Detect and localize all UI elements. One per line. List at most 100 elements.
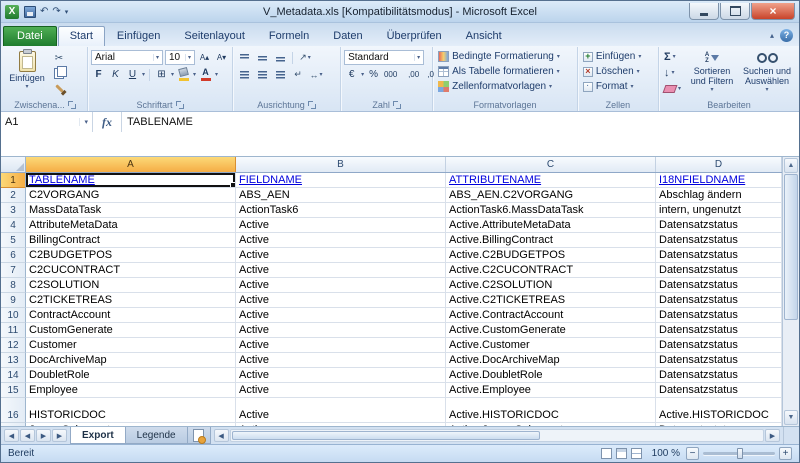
vertical-scroll-track[interactable] — [784, 174, 798, 409]
underline-button[interactable]: U — [125, 68, 140, 82]
number-format-select[interactable]: Standard▾ — [344, 50, 424, 65]
align-bottom-button[interactable] — [272, 51, 288, 65]
dialog-launcher-icon[interactable] — [393, 101, 401, 109]
ribbon-tab-datei[interactable]: Datei — [3, 26, 57, 46]
cell-A4[interactable]: AttributeMetaData — [26, 218, 236, 233]
currency-button[interactable]: € — [344, 68, 359, 82]
scroll-left-icon[interactable]: ◀ — [214, 429, 229, 442]
prev-sheet-icon[interactable]: ◀ — [20, 429, 35, 442]
vertical-scroll-thumb[interactable] — [784, 174, 798, 320]
cell-A7[interactable]: C2CUCONTRACT — [26, 263, 236, 278]
sheet-tab-legende[interactable]: Legende — [125, 427, 188, 444]
find-select-button[interactable]: Suchen und Auswählen ▾ — [741, 49, 793, 98]
ribbon-tab-formeln[interactable]: Formeln — [257, 26, 321, 46]
align-middle-button[interactable] — [254, 51, 270, 65]
redo-icon[interactable]: ↷ — [52, 7, 60, 17]
cell-A2[interactable]: C2VORGANG — [26, 188, 236, 203]
minimize-button[interactable] — [689, 3, 719, 20]
cell-D12[interactable]: Datensatzstatus — [656, 338, 782, 353]
dialog-launcher-icon[interactable] — [308, 101, 316, 109]
vertical-scrollbar[interactable]: ▲ ▼ — [782, 157, 799, 426]
row-header-12[interactable]: 12 — [1, 338, 26, 353]
cell-A8[interactable]: C2SOLUTION — [26, 278, 236, 293]
cell-A16[interactable]: HISTORICDOC — [26, 398, 236, 423]
row-header-14[interactable]: 14 — [1, 368, 26, 383]
save-icon[interactable] — [24, 6, 36, 18]
cell-D6[interactable]: Datensatzstatus — [656, 248, 782, 263]
row-header-8[interactable]: 8 — [1, 278, 26, 293]
cell-B5[interactable]: Active — [236, 233, 446, 248]
ribbon-tab-einfügen[interactable]: Einfügen — [105, 26, 172, 46]
cell-B13[interactable]: Active — [236, 353, 446, 368]
increase-decimal-button[interactable]: ,00 — [406, 68, 421, 82]
conditional-formatting-button[interactable]: Bedingte Formatierung▾ — [436, 49, 574, 64]
font-name-select[interactable]: Arial▾ — [91, 50, 163, 65]
cell-B1[interactable]: FIELDNAME — [236, 173, 446, 188]
cell-B16[interactable]: Active — [236, 398, 446, 423]
font-size-select[interactable]: 10▾ — [165, 50, 195, 65]
format-painter-button[interactable] — [50, 81, 68, 95]
cell-C8[interactable]: Active.C2SOLUTION — [446, 278, 656, 293]
cell-B15[interactable]: Active — [236, 383, 446, 398]
minimize-ribbon-icon[interactable]: ▴ — [770, 32, 774, 40]
cell-C3[interactable]: ActionTask6.MassDataTask — [446, 203, 656, 218]
format-as-table-button[interactable]: Als Tabelle formatieren▾ — [436, 64, 574, 79]
column-header-C[interactable]: C — [446, 157, 656, 172]
cell-D5[interactable]: Datensatzstatus — [656, 233, 782, 248]
ribbon-tab-seitenlayout[interactable]: Seitenlayout — [172, 26, 257, 46]
align-center-button[interactable] — [254, 68, 270, 82]
ribbon-tab-start[interactable]: Start — [58, 26, 105, 46]
sort-filter-button[interactable]: AZ Sortieren und Filtern ▾ — [686, 49, 738, 98]
cell-D9[interactable]: Datensatzstatus — [656, 293, 782, 308]
cell-A10[interactable]: ContractAccount — [26, 308, 236, 323]
cell-B8[interactable]: Active — [236, 278, 446, 293]
fx-icon[interactable]: fx — [93, 112, 122, 132]
cell-D16[interactable]: Active.HISTORICDOC — [656, 398, 782, 423]
cell-D8[interactable]: Datensatzstatus — [656, 278, 782, 293]
delete-cells-button[interactable]: ×Löschen▾ — [581, 64, 655, 79]
cell-D13[interactable]: Datensatzstatus — [656, 353, 782, 368]
copy-button[interactable] — [50, 66, 68, 80]
cell-C6[interactable]: Active.C2BUDGETPOS — [446, 248, 656, 263]
cell-B2[interactable]: ABS_AEN — [236, 188, 446, 203]
format-cells-button[interactable]: ·Format▾ — [581, 79, 655, 94]
cell-A1[interactable]: TABLENAME — [26, 173, 236, 188]
fill-color-button[interactable] — [176, 68, 191, 82]
cell-C15[interactable]: Active.Employee — [446, 383, 656, 398]
zoom-out-button[interactable]: − — [686, 447, 699, 460]
next-sheet-icon[interactable]: ▶ — [36, 429, 51, 442]
font-color-button[interactable]: A — [198, 68, 213, 82]
close-button[interactable]: × — [751, 3, 795, 20]
row-header-1[interactable]: 1 — [1, 173, 26, 188]
zoom-in-button[interactable]: + — [779, 447, 792, 460]
scroll-up-icon[interactable]: ▲ — [784, 158, 798, 173]
clear-button[interactable]: ▾ — [662, 81, 683, 97]
insert-worksheet-tab[interactable] — [187, 427, 211, 444]
row-header-3[interactable]: 3 — [1, 203, 26, 218]
cell-C7[interactable]: Active.C2CUCONTRACT — [446, 263, 656, 278]
borders-button[interactable]: ⊞ — [154, 68, 169, 82]
row-header-6[interactable]: 6 — [1, 248, 26, 263]
first-sheet-icon[interactable]: ◀ — [4, 429, 19, 442]
cell-B7[interactable]: Active — [236, 263, 446, 278]
grow-font-button[interactable]: A▴ — [197, 51, 212, 65]
undo-icon[interactable]: ↶ — [40, 7, 48, 17]
name-box[interactable]: A1▾ — [1, 112, 93, 132]
cell-A13[interactable]: DocArchiveMap — [26, 353, 236, 368]
cell-D15[interactable]: Datensatzstatus — [656, 383, 782, 398]
cell-A9[interactable]: C2TICKETREAS — [26, 293, 236, 308]
scroll-right-icon[interactable]: ▶ — [765, 429, 780, 442]
maximize-button[interactable] — [720, 3, 750, 20]
cell-C14[interactable]: Active.DoubletRole — [446, 368, 656, 383]
cell-D10[interactable]: Datensatzstatus — [656, 308, 782, 323]
cell-C10[interactable]: Active.ContractAccount — [446, 308, 656, 323]
row-header-5[interactable]: 5 — [1, 233, 26, 248]
column-header-B[interactable]: B — [236, 157, 446, 172]
row-header-2[interactable]: 2 — [1, 188, 26, 203]
underline-dropdown-icon[interactable]: ▾ — [142, 72, 145, 78]
align-top-button[interactable] — [236, 51, 252, 65]
ribbon-tab-daten[interactable]: Daten — [321, 26, 374, 46]
align-right-button[interactable] — [272, 68, 288, 82]
cell-C1[interactable]: ATTRIBUTENAME — [446, 173, 656, 188]
borders-dropdown-icon[interactable]: ▾ — [171, 72, 174, 78]
